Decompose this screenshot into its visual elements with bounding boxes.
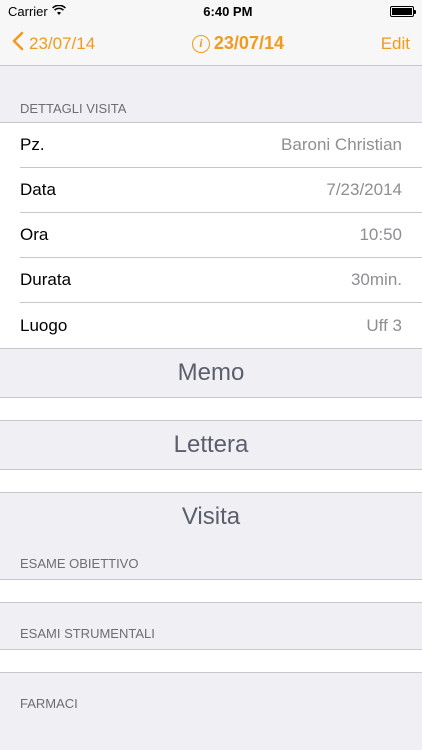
details-row-place[interactable]: Luogo Uff 3 bbox=[20, 303, 422, 348]
details-section-header: DETTAGLI VISITA bbox=[20, 101, 127, 116]
memo-cell[interactable] bbox=[0, 397, 422, 421]
back-label: 23/07/14 bbox=[29, 33, 96, 53]
memo-section-title: Memo bbox=[177, 359, 245, 386]
row-value: Baroni Christian bbox=[281, 135, 402, 154]
farmaci-header: FARMACI bbox=[20, 696, 78, 711]
row-value: 10:50 bbox=[359, 225, 402, 244]
edit-button[interactable]: Edit bbox=[381, 34, 410, 54]
details-row-date[interactable]: Data 7/23/2014 bbox=[20, 168, 422, 213]
lettera-section-title: Lettera bbox=[173, 431, 249, 458]
row-label: Pz. bbox=[20, 135, 45, 154]
row-value: Uff 3 bbox=[366, 315, 402, 335]
visita-section-title: Visita bbox=[181, 503, 241, 530]
details-row-time[interactable]: Ora 10:50 bbox=[20, 213, 422, 258]
details-row-duration[interactable]: Durata 30min. bbox=[20, 258, 422, 303]
info-icon[interactable]: i bbox=[191, 34, 210, 53]
navigation-bar: 23/07/14 i 23/07/14 Edit bbox=[0, 22, 422, 66]
status-time: 6:40 PM bbox=[203, 3, 253, 19]
row-label: Durata bbox=[20, 270, 72, 289]
status-bar: Carrier 6:40 PM bbox=[0, 0, 422, 22]
row-value: 7/23/2014 bbox=[326, 180, 402, 199]
page-title: i 23/07/14 bbox=[191, 33, 284, 54]
esami-strumentali-cell[interactable] bbox=[0, 649, 422, 673]
esame-obiettivo-cell[interactable] bbox=[0, 579, 422, 603]
row-label: Luogo bbox=[20, 315, 68, 335]
carrier-label: Carrier bbox=[8, 3, 48, 19]
details-row-patient[interactable]: Pz. Baroni Christian bbox=[20, 123, 422, 168]
status-left: Carrier bbox=[8, 4, 66, 19]
battery-fill bbox=[392, 7, 412, 15]
wifi-icon bbox=[51, 4, 66, 19]
page-title-text: 23/07/14 bbox=[213, 33, 284, 53]
details-group: Pz. Baroni Christian Data 7/23/2014 Ora … bbox=[0, 122, 422, 349]
row-label: Data bbox=[20, 180, 56, 199]
back-button[interactable]: 23/07/14 bbox=[12, 31, 95, 56]
row-label: Ora bbox=[20, 225, 49, 244]
battery-icon bbox=[390, 5, 416, 17]
lettera-cell[interactable] bbox=[0, 469, 422, 493]
row-value: 30min. bbox=[350, 270, 402, 289]
chevron-left-icon bbox=[12, 31, 24, 56]
esami-strumentali-header: ESAMI STRUMENTALI bbox=[20, 626, 155, 641]
esame-obiettivo-header: ESAME OBIETTIVO bbox=[20, 556, 139, 571]
